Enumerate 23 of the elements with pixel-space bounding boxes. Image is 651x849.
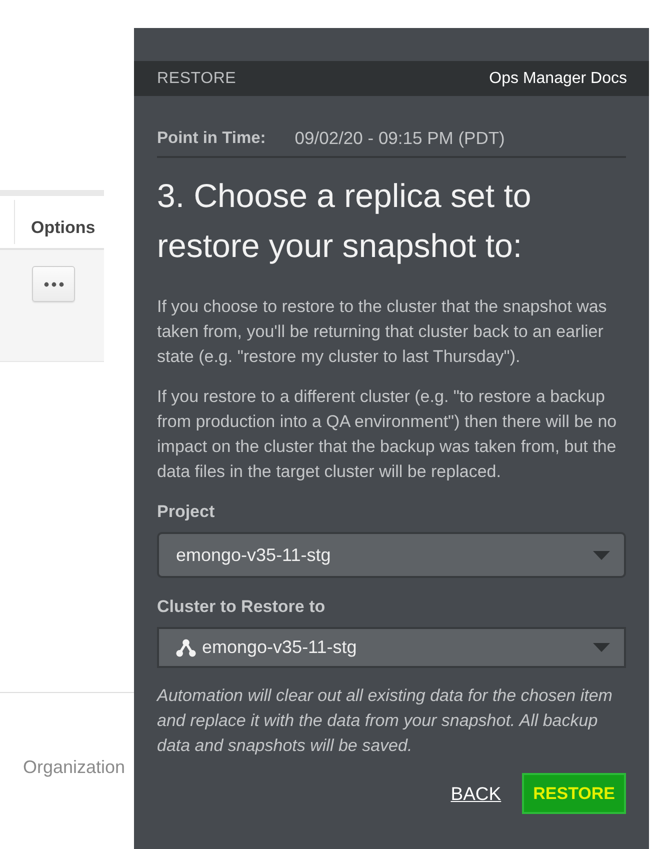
more-options-button[interactable] xyxy=(32,266,75,302)
point-in-time-label: Point in Time: xyxy=(157,128,266,148)
replica-set-icon xyxy=(176,638,196,656)
footer-link[interactable]: Organization xyxy=(23,757,126,778)
automation-note: Automation will clear out all existing data for the chosen item and replace it with the data from your snapshot. All backup data and snapshots will be saved. xyxy=(157,685,614,757)
dropdown-value: emongo-v35-11-stg xyxy=(202,637,358,658)
field-label: Project xyxy=(157,502,216,522)
caret-down-icon xyxy=(593,643,610,652)
description-paragraph: If you restore to a different cluster (e.g. "to restore a backup from production into a QA environment") then there will be no impact on the cluster that the backup was taken from, but the data files in the target cluster will be replaced. xyxy=(157,386,618,483)
dropdown-field[interactable]: emongo-v35-11-stg xyxy=(157,532,626,578)
column-header: Options xyxy=(30,217,96,239)
restore-button[interactable]: RESTORE xyxy=(522,773,626,814)
caret-down-icon xyxy=(593,550,610,560)
docs-link[interactable]: Ops Manager Docs xyxy=(489,70,627,88)
field-label: Cluster to Restore to xyxy=(157,597,326,617)
back-link[interactable]: BACK xyxy=(450,782,502,804)
panel-title: RESTORE xyxy=(157,70,236,88)
point-in-time-value: 09/02/20 - 09:15 PM (PDT) xyxy=(294,128,505,148)
ellipsis-icon xyxy=(44,282,64,286)
step-heading: 3. Choose a replica set to restore your snapshot to: xyxy=(157,176,532,266)
dropdown-field[interactable]: emongo-v35-11-stg xyxy=(157,627,626,668)
description-paragraph: If you choose to restore to the cluster that the snapshot was taken from, you'll be returning that cluster back to an earlier state (e.g. "restore my cluster to last Thursday"). xyxy=(157,296,608,368)
dropdown-value: emongo-v35-11-stg xyxy=(176,544,332,566)
